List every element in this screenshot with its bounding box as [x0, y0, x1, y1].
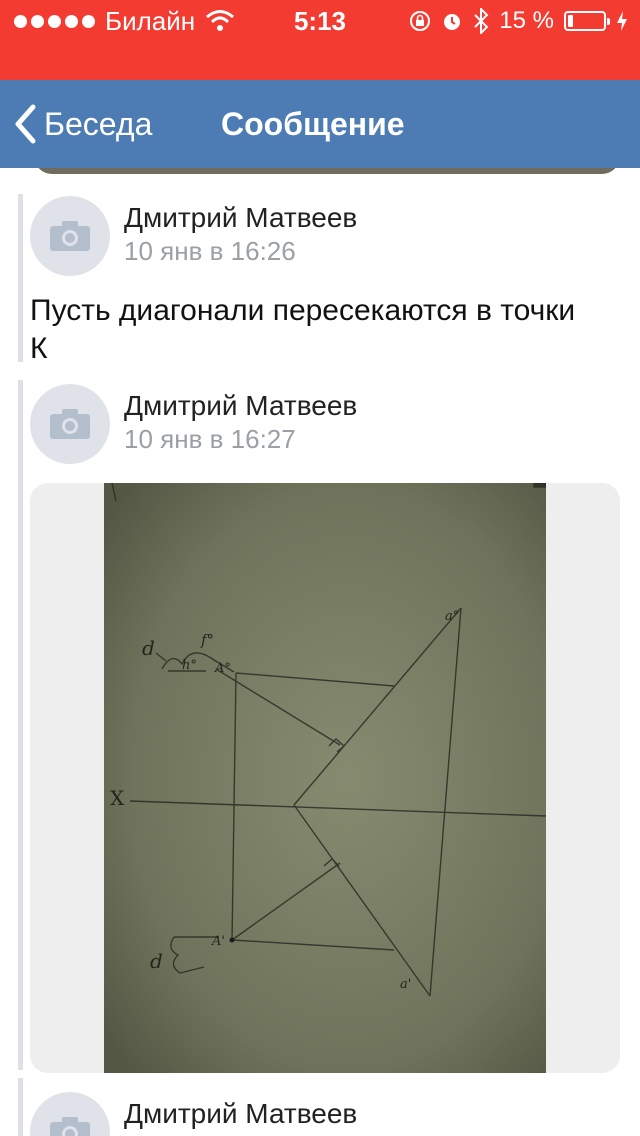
photo-attachment[interactable]: d f° h° A° a° X d A' a'	[30, 483, 620, 1073]
label-a-top-point: A°	[214, 661, 231, 676]
battery-percent: 15 %	[499, 7, 554, 34]
status-bar: Билайн 5:13 15 %	[0, 0, 640, 80]
message-text: Пусть диагонали пересекаются в точки К	[30, 294, 576, 365]
charging-icon	[617, 11, 627, 31]
alarm-icon	[444, 14, 461, 30]
author-name[interactable]: Дмитрий Матвеев	[124, 390, 357, 422]
avatar[interactable]	[30, 1092, 110, 1136]
avatar[interactable]	[30, 196, 110, 276]
label-h: h°	[182, 658, 197, 673]
nav-bar: Беседа Сообщение	[0, 80, 640, 168]
rotation-lock-icon	[410, 11, 431, 31]
thread-bar	[18, 194, 23, 362]
thread-bar	[18, 380, 23, 1070]
message-post: Дмитрий Матвеев	[18, 1078, 640, 1136]
label-a-top-vertex: a°	[445, 609, 459, 624]
battery-icon	[564, 11, 610, 31]
status-right: 15 %	[409, 6, 628, 36]
label-a-bottom-vertex: a'	[400, 977, 411, 992]
camera-icon	[50, 1117, 90, 1136]
message-time: 10 янв в 16:27	[124, 424, 296, 454]
label-a-bottom-point: A'	[211, 934, 225, 949]
label-f: f°	[200, 631, 214, 649]
author-name[interactable]: Дмитрий Матвеев	[124, 202, 357, 234]
thread-bar	[18, 1078, 23, 1136]
avatar[interactable]	[30, 384, 110, 464]
bluetooth-icon	[474, 8, 489, 34]
author-name[interactable]: Дмитрий Матвеев	[124, 1098, 357, 1130]
back-button[interactable]: Беседа	[14, 80, 152, 168]
chevron-left-icon	[15, 104, 36, 144]
page-title: Сообщение	[221, 106, 405, 142]
message-post: Дмитрий Матвеев 10 янв в 16:26 Пусть диа…	[18, 194, 640, 365]
label-d-top: d	[142, 636, 155, 660]
camera-icon	[50, 221, 90, 251]
previous-photo[interactable]	[34, 168, 620, 174]
back-label: Беседа	[44, 105, 153, 142]
message-time: 10 янв в 16:26	[124, 236, 296, 266]
label-x-axis: X	[110, 786, 125, 810]
camera-icon	[50, 409, 90, 439]
message-post: Дмитрий Матвеев 10 янв в 16:27 d f° h° A…	[18, 380, 640, 1073]
label-d-bottom: d	[150, 949, 163, 973]
geometry-drawing-photo[interactable]: d f° h° A° a° X d A' a'	[104, 483, 546, 1073]
message-list[interactable]: Дмитрий Матвеев 10 янв в 16:26 Пусть диа…	[0, 168, 640, 1136]
